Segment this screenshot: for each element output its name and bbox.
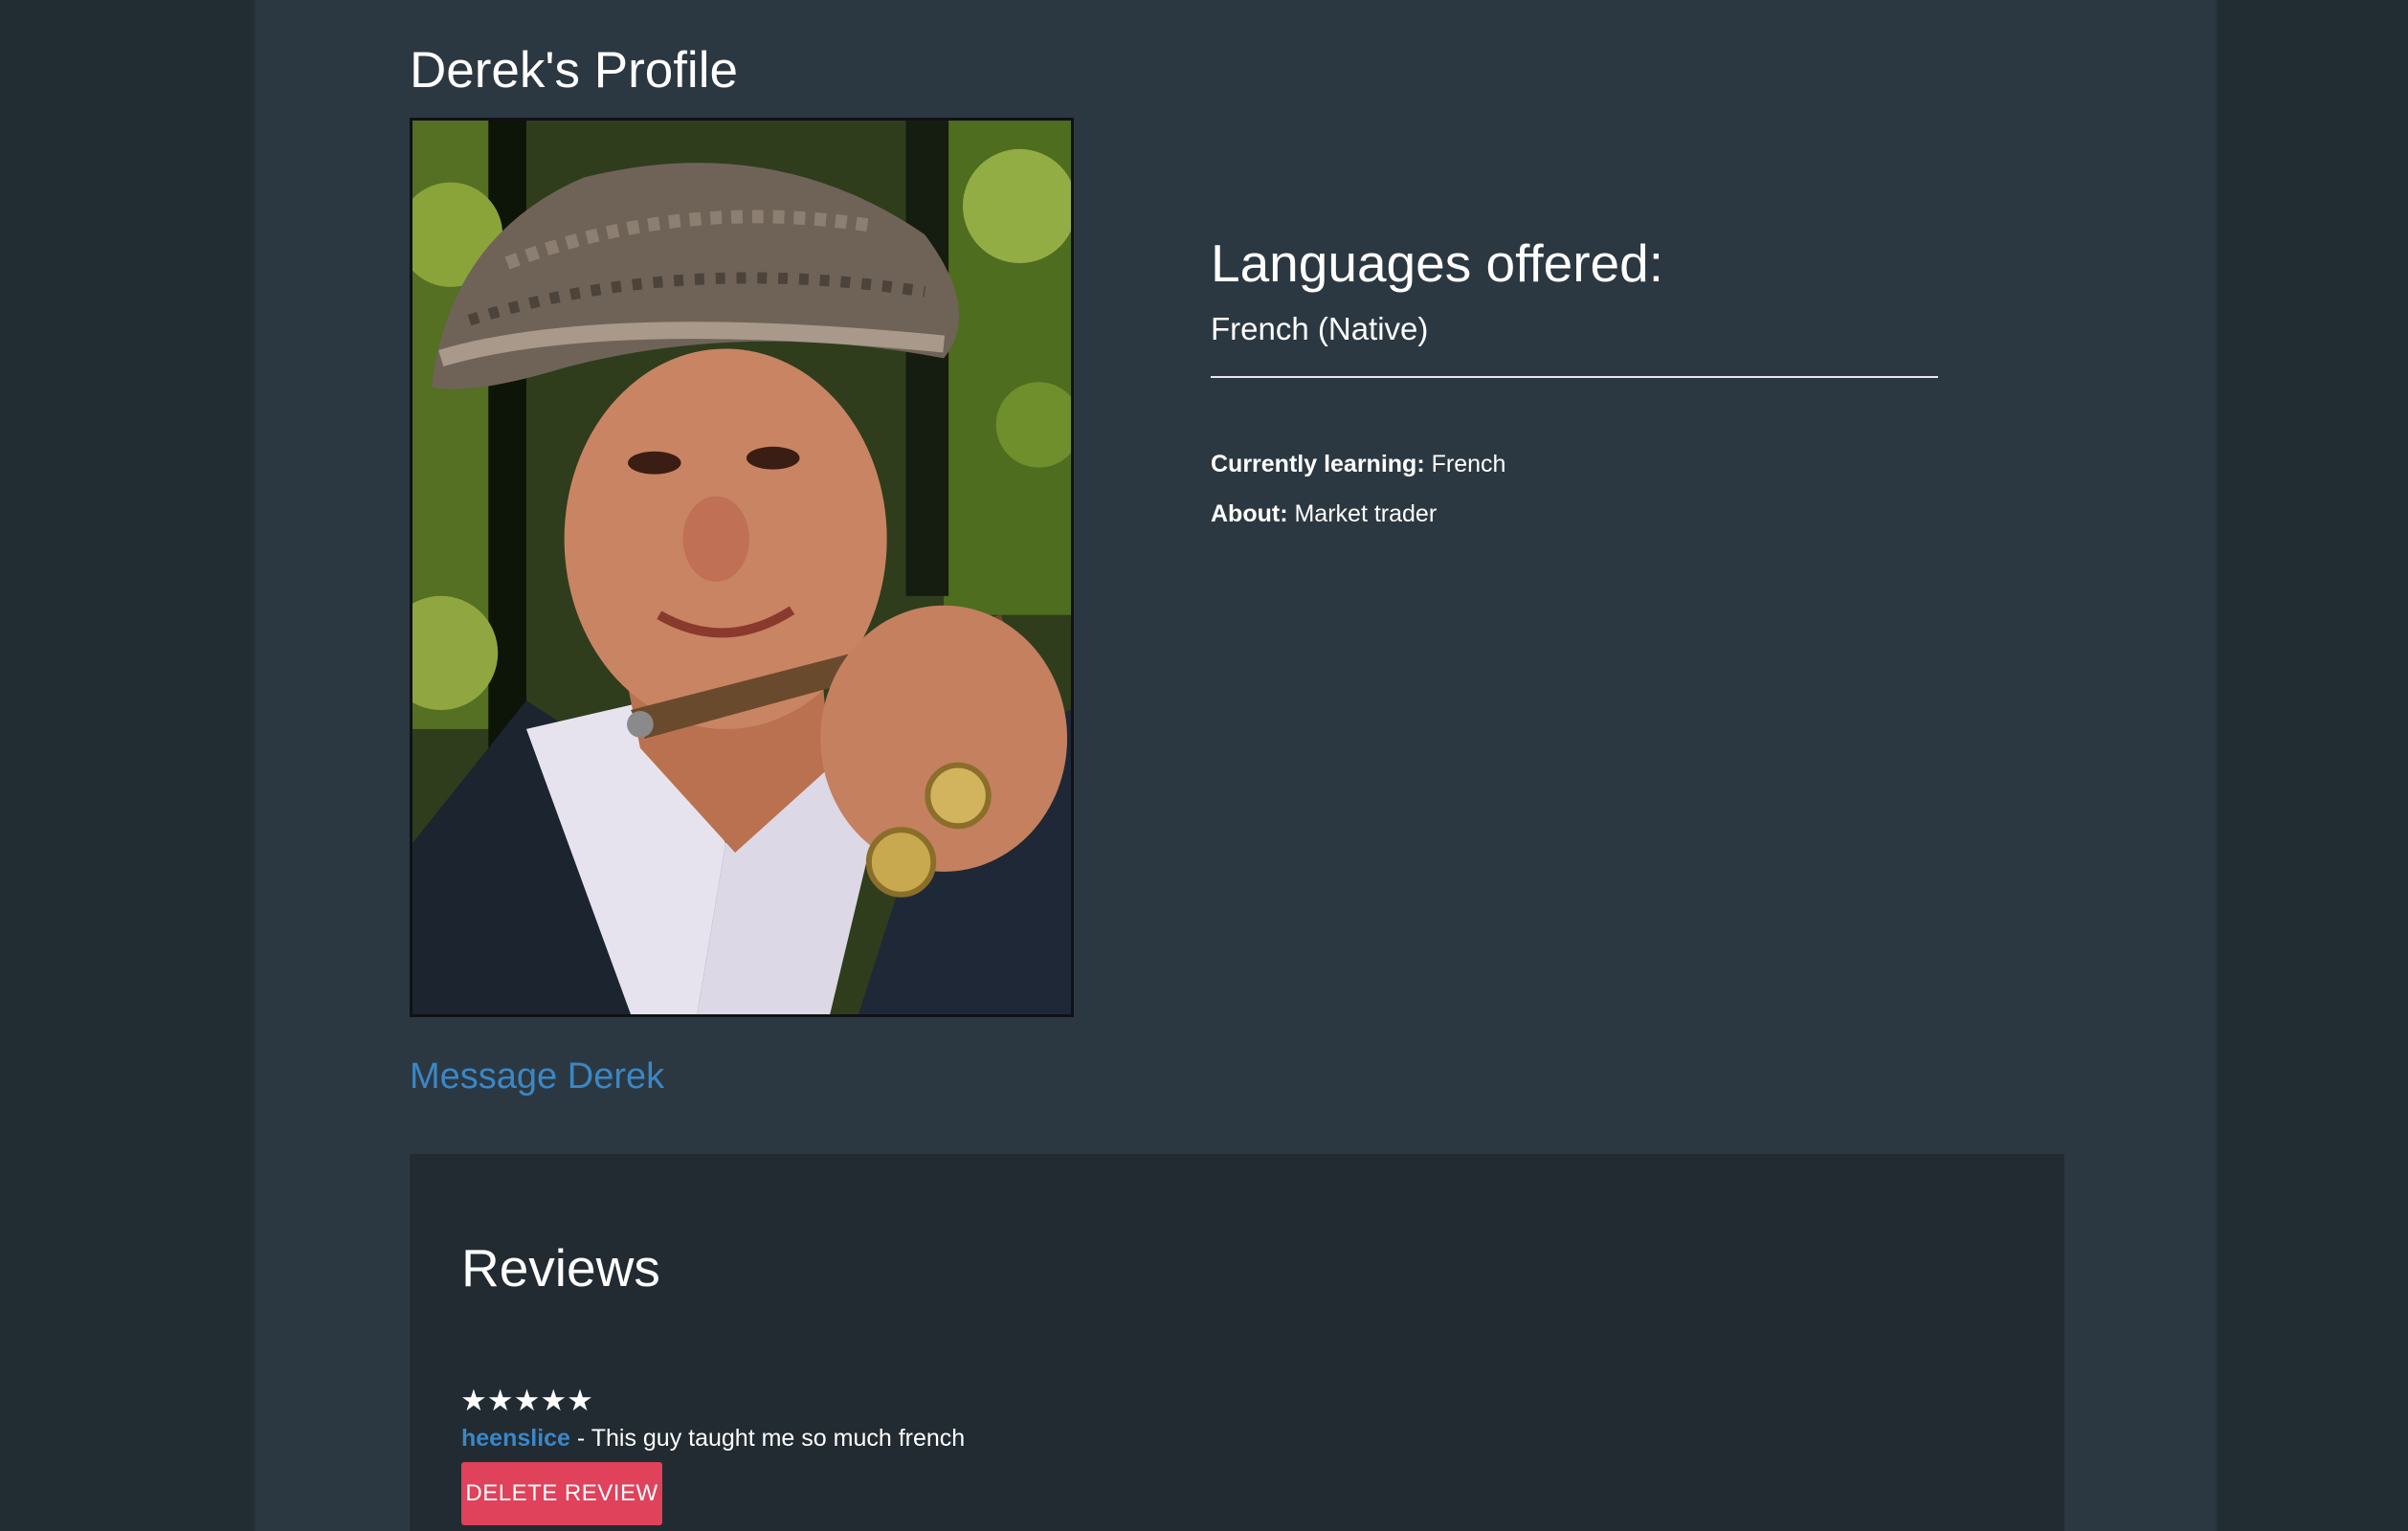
currently-learning: Currently learning: French — [1211, 448, 1505, 480]
review-separator: - — [569, 1425, 591, 1452]
reviews-section: Reviews ★★★★★ heenslice - This guy taugh… — [410, 1154, 2064, 1531]
language-item: French (Native) — [1211, 311, 1429, 346]
divider — [1211, 376, 1938, 378]
star-rating: ★★★★★ — [460, 1384, 593, 1417]
about: About: Market trader — [1211, 498, 1437, 530]
message-link[interactable]: Message Derek — [410, 1053, 664, 1100]
currently-learning-label: Currently learning: — [1211, 451, 1425, 477]
reviews-heading: Reviews — [461, 1238, 660, 1298]
review-item: heenslice - This guy taught me so much f… — [461, 1422, 965, 1454]
review-text: This guy taught me so much french — [591, 1425, 966, 1452]
about-value: Market trader — [1294, 500, 1438, 527]
currently-learning-value: French — [1431, 451, 1506, 477]
review-author-link[interactable]: heenslice — [461, 1425, 570, 1452]
languages-heading: Languages offered: — [1211, 233, 1664, 293]
profile-photo — [410, 118, 1074, 1017]
profile-photo-image — [412, 121, 1071, 1014]
page-title: Derek's Profile — [410, 42, 738, 99]
delete-review-button[interactable]: DELETE REVIEW — [461, 1462, 662, 1525]
about-label: About: — [1211, 500, 1288, 527]
